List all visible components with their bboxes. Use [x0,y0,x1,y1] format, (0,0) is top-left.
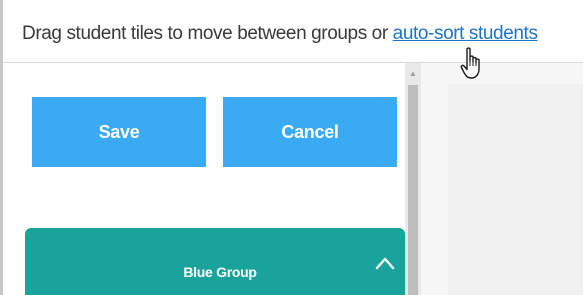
instruction-text: Drag student tiles to move between group… [22,20,538,48]
group-title: Blue Group [183,264,257,280]
group-editor-panel: Drag student tiles to move between group… [0,0,583,295]
group-header-blue-group[interactable]: Blue Group [25,228,405,295]
scroll-up-arrow-icon[interactable]: ▲ [405,63,421,83]
cancel-button[interactable]: Cancel [223,97,397,167]
chevron-up-icon[interactable] [374,253,396,275]
save-button[interactable]: Save [32,97,206,167]
instruction-label: Drag student tiles to move between group… [22,23,393,44]
auto-sort-students-link[interactable]: auto-sort students [393,23,538,44]
hand-pointer-cursor-icon [460,47,480,79]
groups-preview-area [448,84,583,295]
panel-border [0,0,3,295]
